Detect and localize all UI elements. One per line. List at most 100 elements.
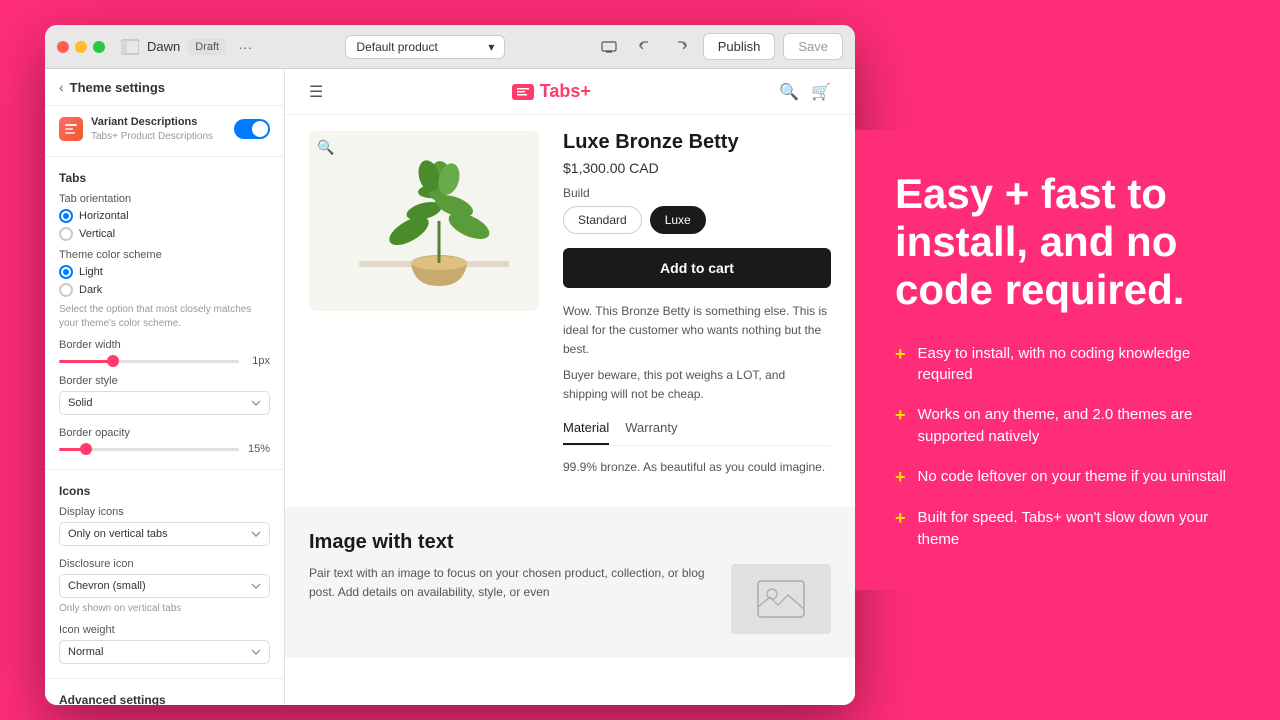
mac-window: Dawn Draft ··· Default product ▾ [45, 25, 855, 705]
horizontal-radio[interactable]: Horizontal [59, 209, 270, 223]
icons-heading: Icons [59, 484, 270, 498]
tabs-settings-section: Tabs Tab orientation Horizontal Vertical… [45, 157, 284, 470]
feature-plus-2: + [895, 404, 906, 427]
publish-button[interactable]: Publish [703, 33, 776, 60]
border-opacity-thumb[interactable] [80, 443, 92, 455]
product-image: 🔍 [309, 131, 539, 311]
advanced-section: Advanced settings The app will handle mo… [45, 679, 284, 705]
build-options: Standard Luxe [563, 206, 831, 234]
variant-desc-left: Variant Descriptions Tabs+ Product Descr… [59, 116, 213, 142]
add-to-cart-button[interactable]: Add to cart [563, 248, 831, 288]
color-hint: Select the option that most closely matc… [59, 303, 270, 331]
light-radio[interactable]: Light [59, 265, 270, 279]
product-title: Luxe Bronze Betty [563, 131, 831, 154]
iwt-title: Image with text [309, 531, 831, 554]
border-width-label: Border width [59, 339, 270, 351]
border-style-label: Border style [59, 375, 270, 387]
feature-text-4: Built for speed. Tabs+ won't slow down y… [918, 507, 1235, 551]
image-with-text-section: Image with text Pair text with an image … [285, 507, 855, 658]
back-button[interactable]: ‹ [59, 79, 64, 95]
redo-button[interactable] [667, 33, 695, 61]
tab-material[interactable]: Material [563, 412, 609, 445]
display-icons-label: Display icons [59, 506, 270, 518]
dark-radio-indicator [59, 283, 73, 297]
disclosure-icon-select[interactable]: Chevron (small) Chevron (large) Arrow [59, 574, 270, 598]
vertical-radio[interactable]: Vertical [59, 227, 270, 241]
dark-radio[interactable]: Dark [59, 283, 270, 297]
cart-icon[interactable]: 🛒 [811, 82, 831, 102]
right-headline: Easy + fast to install, and no code requ… [895, 170, 1235, 315]
border-opacity-value: 15% [245, 443, 270, 455]
tabs-list: Material Warranty [563, 412, 831, 445]
traffic-lights [57, 41, 105, 53]
border-opacity-track[interactable] [59, 448, 239, 451]
iwt-text: Pair text with an image to focus on your… [309, 564, 711, 634]
search-icon[interactable]: 🔍 [779, 82, 799, 102]
feature-item-4: + Built for speed. Tabs+ won't slow down… [895, 507, 1235, 551]
orientation-radio-group: Horizontal Vertical [59, 209, 270, 241]
feature-item-1: + Easy to install, with no coding knowle… [895, 343, 1235, 387]
border-opacity-slider: 15% [59, 443, 270, 455]
feature-text-2: Works on any theme, and 2.0 themes are s… [918, 404, 1235, 448]
save-button[interactable]: Save [783, 33, 843, 60]
build-option-luxe[interactable]: Luxe [650, 206, 706, 234]
feature-text-3: No code leftover on your theme if you un… [918, 466, 1227, 488]
hamburger-icon[interactable]: ☰ [309, 82, 323, 102]
tab-warranty[interactable]: Warranty [625, 412, 677, 445]
icons-section: Icons Display icons Only on vertical tab… [45, 470, 284, 679]
build-option-standard[interactable]: Standard [563, 206, 642, 234]
variant-desc-text: Variant Descriptions Tabs+ Product Descr… [91, 116, 213, 142]
logo-badge [512, 84, 534, 100]
border-width-value: 1px [245, 355, 270, 367]
icon-weight-select[interactable]: Normal Bold Light [59, 640, 270, 664]
product-price: $1,300.00 CAD [563, 160, 831, 176]
undo-button[interactable] [631, 33, 659, 61]
minimize-button[interactable] [75, 41, 87, 53]
tabs-heading: Tabs [59, 171, 270, 185]
feature-item-3: + No code leftover on your theme if you … [895, 466, 1235, 489]
advanced-heading: Advanced settings [59, 693, 270, 705]
iwt-content: Pair text with an image to focus on your… [309, 564, 831, 634]
sidebar-toggle-icon[interactable] [121, 38, 139, 56]
feature-item-2: + Works on any theme, and 2.0 themes are… [895, 404, 1235, 448]
feature-plus-3: + [895, 466, 906, 489]
sidebar-title: Theme settings [70, 80, 165, 95]
close-button[interactable] [57, 41, 69, 53]
sidebar-header: ‹ Theme settings [45, 69, 284, 106]
display-icons-select[interactable]: Only on vertical tabs Always Never [59, 522, 270, 546]
theme-selector[interactable]: Default product ▾ [345, 35, 505, 59]
variant-desc-item: Variant Descriptions Tabs+ Product Descr… [59, 116, 270, 142]
color-radio-group: Light Dark [59, 265, 270, 297]
border-width-track[interactable] [59, 360, 239, 363]
light-label: Light [79, 266, 103, 278]
variant-desc-toggle[interactable] [234, 119, 270, 139]
zoom-icon[interactable]: 🔍 [317, 139, 334, 156]
horizontal-radio-indicator [59, 209, 73, 223]
iwt-image [731, 564, 831, 634]
product-image-inner [309, 131, 539, 311]
variant-descriptions-section: Variant Descriptions Tabs+ Product Descr… [45, 106, 284, 157]
product-info: Luxe Bronze Betty $1,300.00 CAD Build St… [563, 131, 831, 483]
preview-mode-button[interactable] [595, 33, 623, 61]
border-style-select[interactable]: Solid Dashed Dotted [59, 391, 270, 415]
icon-weight-label: Icon weight [59, 624, 270, 636]
tab-orientation-label: Tab orientation [59, 193, 270, 205]
border-width-thumb[interactable] [107, 355, 119, 367]
sidebar: ‹ Theme settings [45, 69, 285, 705]
feature-plus-1: + [895, 343, 906, 366]
border-width-fill [59, 360, 113, 363]
disclosure-icon-label: Disclosure icon [59, 558, 270, 570]
product-section: 🔍 Luxe Bronze Betty $1,300.00 CAD Build … [285, 115, 855, 499]
fullscreen-button[interactable] [93, 41, 105, 53]
plant-illustration [309, 131, 539, 311]
product-tabs: Material Warranty [563, 412, 831, 446]
more-options-button[interactable]: ··· [234, 37, 256, 57]
build-label: Build [563, 186, 831, 200]
store-header-icons: 🔍 🛒 [779, 82, 831, 102]
light-radio-indicator [59, 265, 73, 279]
store-logo-text: Tabs+ [540, 81, 591, 102]
border-width-slider: 1px [59, 355, 270, 367]
horizontal-label: Horizontal [79, 210, 129, 222]
image-placeholder-icon [756, 579, 806, 619]
draft-badge: Draft [188, 39, 226, 55]
